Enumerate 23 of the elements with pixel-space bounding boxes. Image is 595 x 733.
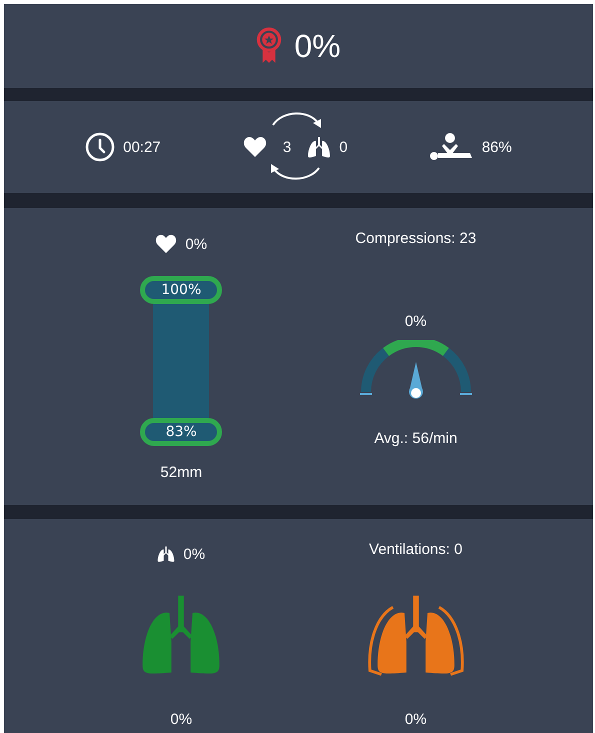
cpr-quality: 86% [482, 138, 512, 156]
average-rate: Avg.: 56/min [374, 430, 458, 447]
lower-depth-limit: 83% [140, 418, 222, 446]
lungs-icon [307, 135, 332, 159]
cpr-icon [430, 132, 474, 162]
lungs-icon [157, 545, 176, 563]
clock-icon [85, 132, 116, 162]
ventilation-count: 0 [339, 138, 348, 156]
heart-icon [155, 234, 178, 254]
lung-reading: 0% [170, 710, 192, 728]
score-value: 0% [294, 28, 341, 64]
lung-reading: 0% [404, 710, 427, 728]
elapsed-time: 00:27 [123, 138, 161, 156]
ventilation-quality: 0% [183, 546, 206, 562]
heart-icon [242, 136, 267, 158]
ventilations-count: Ventilations: 0 [369, 541, 462, 558]
rate-quality: 0% [404, 313, 427, 330]
compression-quality: 0% [185, 236, 208, 252]
upper-depth-limit: 100% [140, 276, 222, 304]
award-icon [256, 27, 282, 65]
cycle-count: 3 [282, 138, 292, 156]
compressions-count: Compressions: 23 [355, 230, 476, 247]
compression-depth: 52mm [160, 464, 202, 481]
